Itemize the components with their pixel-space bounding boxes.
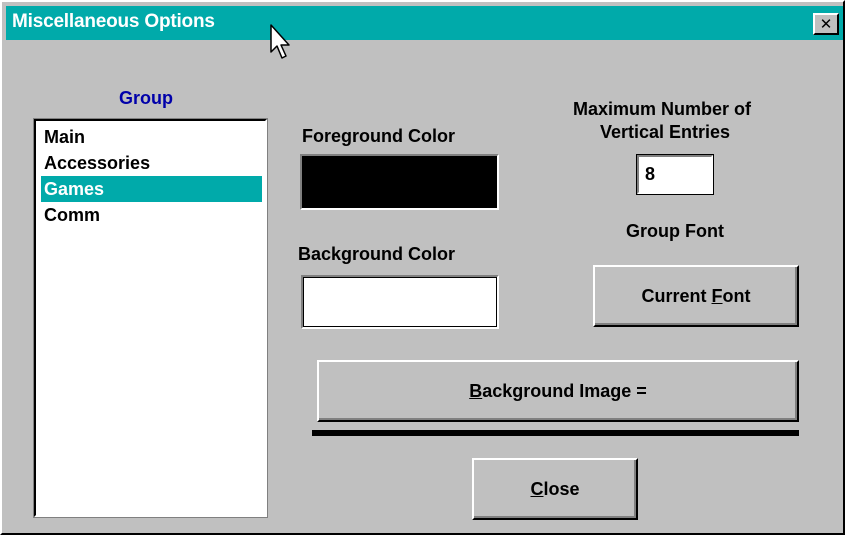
list-item-label: Accessories [44, 153, 151, 173]
window-title: Miscellaneous Options [12, 11, 215, 32]
group-list-item-comm[interactable]: Comm [41, 202, 262, 228]
arrow-cursor-icon [270, 24, 290, 59]
close-accelerator: C [530, 478, 544, 499]
background-color-label: Background Color [298, 244, 456, 264]
group-font-label: Group Font [626, 221, 724, 241]
separator-line [312, 430, 799, 436]
foreground-color-label: Foreground Color [302, 126, 455, 146]
background-image-button-text: ackground Image = [482, 380, 647, 401]
close-window-button[interactable]: ✕ [813, 13, 839, 35]
close-button-text: lose [543, 478, 580, 499]
close-icon: ✕ [819, 16, 833, 33]
group-list-item-main[interactable]: Main [41, 124, 262, 150]
current-font-button-text: Current [641, 285, 712, 306]
foreground-color-fill [302, 156, 497, 208]
list-item-label: Comm [44, 205, 101, 225]
background-image-button[interactable]: Background Image = [317, 360, 799, 422]
group-list-item-games[interactable]: Games [41, 176, 262, 202]
miscellaneous-options-dialog: Miscellaneous Options ✕ Group Main Acces… [0, 0, 845, 535]
list-item-label: Main [44, 127, 86, 147]
foreground-color-swatch[interactable] [300, 154, 499, 210]
list-item-label: Games [44, 179, 105, 199]
max-vertical-entries-input[interactable]: 8 [636, 154, 714, 195]
current-font-button-text-end: ont [722, 285, 751, 306]
group-list-item-accessories[interactable]: Accessories [41, 150, 262, 176]
background-color-swatch[interactable] [301, 275, 499, 329]
max-vertical-entries-label-line2: Vertical Entries [600, 122, 731, 142]
max-vertical-entries-label-line1: Maximum Number of [573, 99, 752, 119]
group-listbox[interactable]: Main Accessories Games Comm [33, 118, 268, 518]
background-image-accelerator: B [469, 380, 483, 401]
group-label: Group [119, 88, 173, 108]
close-button[interactable]: Close [472, 458, 638, 520]
title-bar[interactable]: Miscellaneous Options ✕ [6, 6, 843, 40]
current-font-accelerator: F [711, 285, 723, 306]
background-color-fill [303, 277, 497, 327]
current-font-button[interactable]: Current Font [593, 265, 799, 327]
